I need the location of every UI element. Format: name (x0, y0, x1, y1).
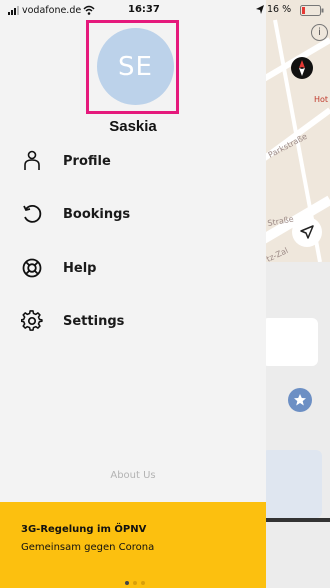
menu-label-help: Help (63, 260, 97, 276)
star-icon (294, 394, 306, 406)
carrier-label: vodafone.de (22, 5, 82, 16)
poi-label-hot: Hot (314, 95, 328, 104)
pager-dot[interactable] (133, 581, 137, 585)
divider (266, 518, 330, 522)
banner-title: 3G-Regelung im ÖPNV (21, 524, 147, 535)
menu-label-bookings: Bookings (63, 206, 131, 222)
user-name: Saskia (109, 118, 157, 135)
navigation-drawer: SE Saskia Profile Bookings Help Settings… (0, 0, 266, 588)
pager-dot[interactable] (141, 581, 145, 585)
navigation-arrow-icon (300, 225, 314, 239)
menu-label-profile: Profile (63, 153, 111, 169)
lifebuoy-icon (20, 256, 44, 280)
menu-item-settings[interactable]: Settings (20, 306, 250, 336)
promo-tile[interactable] (262, 450, 322, 518)
about-us-link[interactable]: About Us (0, 470, 266, 481)
promo-banner[interactable]: 3G-Regelung im ÖPNV Gemeinsam gegen Coro… (0, 502, 266, 588)
battery-icon (300, 5, 324, 16)
history-icon (20, 202, 44, 226)
gear-icon (20, 309, 44, 333)
locate-me-button[interactable] (292, 217, 322, 247)
person-icon (20, 149, 44, 173)
info-icon[interactable]: i (311, 24, 328, 41)
banner-subtitle: Gemeinsam gegen Corona (21, 542, 155, 553)
pager-dot-active[interactable] (125, 581, 129, 585)
status-bar: vodafone.de 16:37 16 % (0, 0, 330, 20)
street-label-parkstrasse: Parkstraße (267, 132, 309, 160)
menu-item-profile[interactable]: Profile (20, 146, 250, 176)
search-card[interactable] (262, 318, 318, 366)
compass-icon[interactable] (291, 57, 313, 79)
favorites-button[interactable] (288, 388, 312, 412)
menu-item-help[interactable]: Help (20, 253, 250, 283)
avatar[interactable]: SE (97, 28, 174, 105)
street-label-tz: tz-Zal (265, 246, 289, 262)
signal-icon (8, 6, 19, 15)
wifi-icon (83, 5, 95, 15)
clock: 16:37 (128, 4, 160, 15)
menu-label-settings: Settings (63, 313, 125, 329)
location-arrow-icon (256, 5, 264, 14)
menu-item-bookings[interactable]: Bookings (20, 199, 250, 229)
battery-percent: 16 % (267, 4, 292, 15)
